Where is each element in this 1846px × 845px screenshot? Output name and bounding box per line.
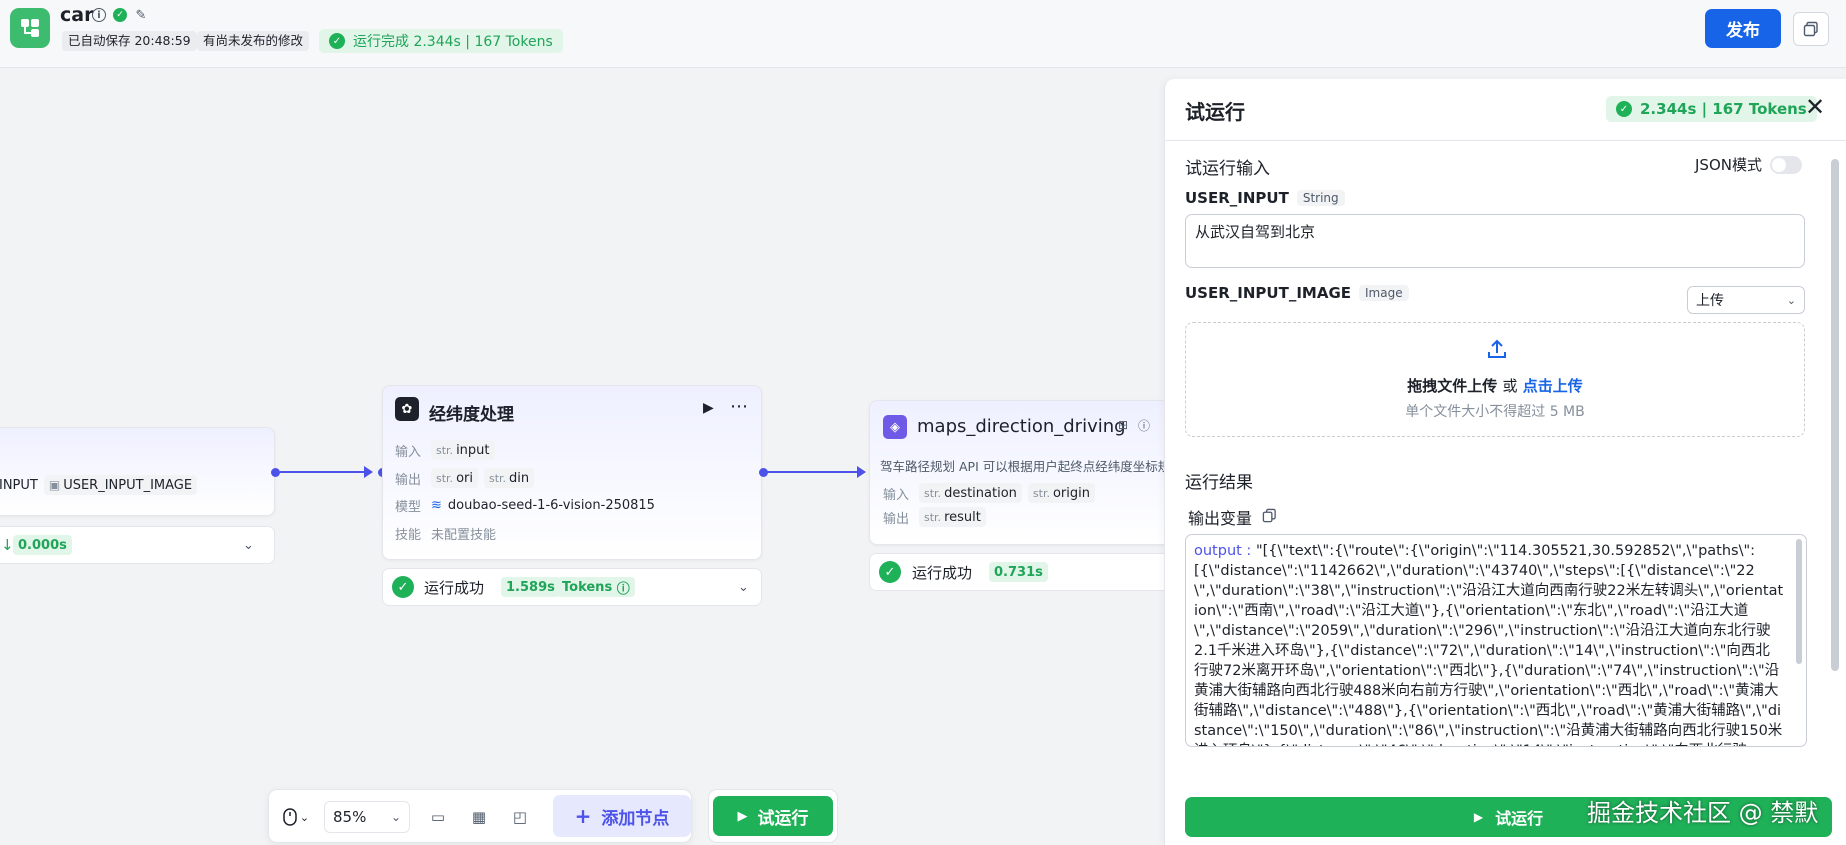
plus-icon: + [574, 804, 592, 828]
click-upload-link[interactable]: 点击上传 [1523, 377, 1583, 395]
output-value: output : "[{\"text\":{\"route\":{\"origi… [1194, 543, 1784, 746]
maps-node-status[interactable]: ✓ 运行成功 0.731s [869, 553, 1179, 591]
output-var: ▣ USER_INPUT_IMAGE [43, 475, 198, 495]
upload-icon [1486, 338, 1508, 366]
output-var: str. result [919, 507, 986, 527]
json-mode-toggle[interactable] [1769, 155, 1802, 174]
panel-scrollbar[interactable] [1831, 159, 1839, 671]
close-icon[interactable]: ✕ [1805, 95, 1825, 119]
arrow-icon [857, 466, 866, 478]
check-circle-icon: ✓ [1616, 101, 1632, 117]
output-var: str. ori [431, 468, 478, 488]
minimap-icon[interactable]: ◰ [507, 805, 533, 829]
output-var: str. din [483, 468, 535, 488]
maps-node[interactable]: ◈ maps_direction_driving ⊟ ⓘ 驾车路径规划 API … [869, 400, 1179, 545]
node-description: 驾车路径规划 API 可以根据用户起终点经纬度坐标规 [880, 459, 1171, 474]
zoom-select[interactable]: 85% ⌄ [324, 801, 410, 833]
arrow-icon [364, 466, 373, 478]
duplicate-icon[interactable] [1793, 12, 1829, 46]
add-node-button[interactable]: + 添加节点 [553, 795, 691, 837]
copy-icon[interactable] [1262, 508, 1277, 527]
skill-value: 未配置技能 [431, 528, 497, 543]
edge [280, 471, 364, 473]
check-circle-icon: ✓ [879, 561, 901, 583]
upload-mode-select[interactable]: 上传 ⌄ [1687, 286, 1805, 314]
autosave-chip: 已自动保存 20:48:59 [62, 31, 197, 51]
run-status-chip: ✓ 运行完成 2.344s | 167 Tokens [319, 29, 563, 53]
header: car i ✓ ✎ 已自动保存 20:48:59 有尚未发布的修改 ✓ 运行完成… [0, 0, 1846, 68]
image-input-label: USER_INPUT_IMAGE Image [1185, 284, 1409, 302]
start-node-status[interactable]: ↓ 0.000s ⌄ [0, 526, 275, 564]
chevron-down-icon[interactable]: ⌄ [738, 580, 749, 595]
chevron-down-icon: ⌄ [390, 810, 401, 824]
panel-title: 试运行 [1185, 100, 1245, 124]
chevron-down-icon: ⌄ [1786, 293, 1796, 307]
unpublished-chip: 有尚未发布的修改 [197, 31, 310, 51]
info-icon[interactable]: ⓘ [1138, 417, 1150, 434]
check-circle-icon: ✓ [392, 576, 414, 598]
trial-run-button[interactable]: ▶ 试运行 [713, 796, 833, 836]
node-title: 经纬度处理 [429, 405, 514, 425]
user-input-label: USER_INPUT String [1185, 189, 1345, 207]
watermark: 掘金技术社区 @ 禁默 [1587, 799, 1819, 827]
plugin-tag-icon: ⊟ [1118, 418, 1129, 432]
check-circle-icon: ✓ [113, 8, 127, 22]
app-logo-icon [10, 8, 50, 48]
input-section-title: 试运行输入 [1185, 159, 1270, 179]
geo-node[interactable]: ✿ 经纬度处理 ▶ ⋯ 输入 str. input 输出 str. ori str.… [382, 385, 762, 560]
more-icon[interactable]: ⋯ [730, 396, 749, 417]
model-name: doubao-seed-1-6-vision-250815 [447, 498, 655, 513]
output-box[interactable]: output : "[{\"text\":{\"route\":{\"origi… [1185, 534, 1807, 747]
check-circle-icon: ✓ [329, 33, 345, 49]
edit-icon[interactable]: ✎ [134, 8, 148, 23]
play-icon: ▶ [1473, 810, 1484, 824]
output-scrollbar[interactable] [1796, 539, 1802, 664]
chevron-down-icon[interactable]: ⌄ [243, 538, 254, 553]
play-icon: ▶ [737, 808, 748, 824]
json-mode-toggle-wrap: JSON模式 [1695, 154, 1802, 175]
trial-run-panel: 试运行 ✓ 2.344s | 167 Tokens ✕ 试运行输入 JSON模式… [1164, 79, 1846, 845]
upload-hint: 单个文件大小不得超过 5 MB [1405, 404, 1585, 420]
start-node[interactable]: INPUT ▣ USER_INPUT_IMAGE [0, 427, 275, 516]
info-icon[interactable]: i [92, 8, 106, 22]
layout-icon[interactable]: ▦ [466, 805, 492, 829]
publish-button[interactable]: 发布 [1705, 9, 1781, 48]
geo-node-status[interactable]: ✓ 运行成功 1.589s Tokens ⓘ ⌄ [382, 568, 762, 606]
model-icon: ≋ [431, 498, 442, 513]
image-icon: ▣ [48, 478, 61, 492]
tokens-badge[interactable]: Tokens ⓘ [557, 577, 635, 597]
plugin-icon: ◈ [883, 415, 907, 439]
upload-dropzone[interactable]: 拖拽文件上传 或 点击上传 单个文件大小不得超过 5 MB [1185, 322, 1805, 437]
input-var: str. destination [919, 483, 1022, 503]
comment-icon[interactable]: ▭ [425, 805, 451, 829]
edge [764, 471, 857, 473]
input-var: str. input [431, 440, 495, 460]
node-title: maps_direction_driving [917, 416, 1126, 437]
workflow-canvas[interactable]: INPUT ▣ USER_INPUT_IMAGE ↓ 0.000s ⌄ ✿ 经纬… [0, 68, 1179, 845]
output-var-title: 输出变量 [1188, 505, 1277, 529]
mouse-mode-icon[interactable]: ⌄ [279, 805, 313, 829]
panel-run-badge: ✓ 2.344s | 167 Tokens [1606, 96, 1817, 122]
result-section-title: 运行结果 [1185, 473, 1253, 493]
user-input-field[interactable]: 从武汉自驾到北京 [1185, 214, 1805, 268]
app-title: car [60, 4, 94, 26]
output-var: INPUT [0, 477, 38, 493]
llm-icon: ✿ [395, 397, 419, 421]
play-icon[interactable]: ▶ [703, 400, 714, 416]
output-port[interactable] [271, 468, 280, 477]
input-var: str. origin [1027, 483, 1095, 503]
